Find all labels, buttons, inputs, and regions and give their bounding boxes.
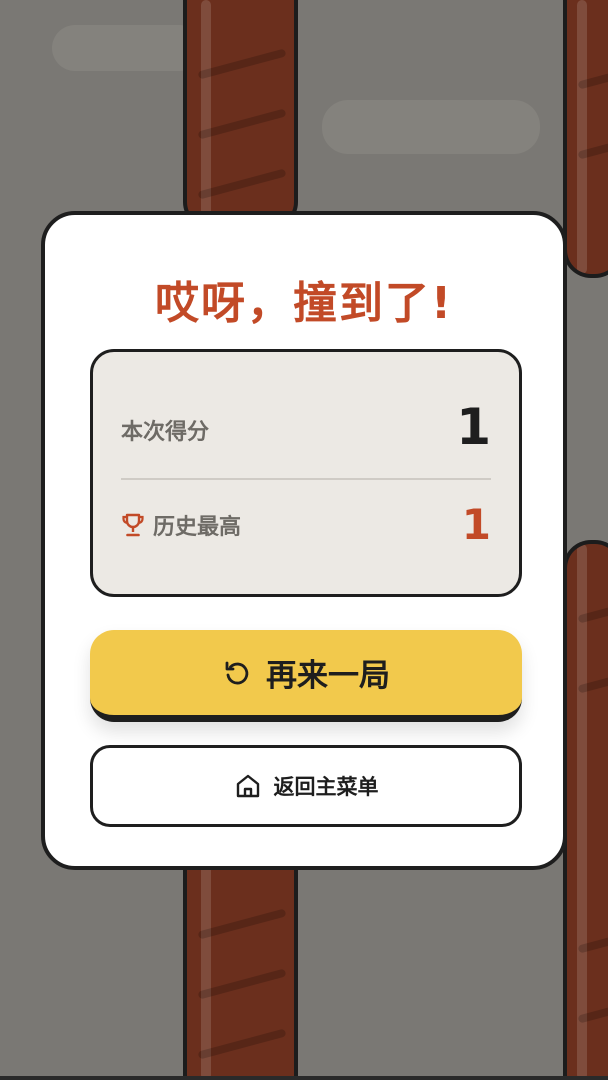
best-score-label: 历史最高	[121, 509, 241, 541]
background-cloud	[322, 100, 540, 154]
back-to-menu-label: 返回主菜单	[273, 775, 379, 799]
background-cloud	[52, 25, 202, 71]
retry-button[interactable]: 再来一局	[90, 630, 522, 722]
best-score-value: 1	[461, 500, 491, 549]
home-icon	[236, 774, 259, 798]
best-score-label-text: 历史最高	[153, 515, 242, 540]
current-score-label: 本次得分	[121, 414, 209, 446]
trophy-icon	[122, 513, 144, 537]
pipe-top-left	[183, 0, 298, 230]
back-to-menu-button[interactable]: 返回主菜单	[90, 745, 522, 827]
pipe-top-right	[563, 0, 608, 278]
retry-button-label: 再来一局	[266, 658, 390, 694]
score-divider	[121, 478, 491, 480]
game-over-dialog: 哎呀，撞到了! 本次得分 1 历史最高 1 再来一局 返回主菜单	[41, 211, 567, 870]
current-score-value: 1	[456, 398, 491, 456]
restart-icon	[225, 661, 249, 684]
pipe-bottom-right	[563, 540, 608, 1080]
score-panel: 本次得分 1 历史最高 1	[90, 349, 522, 597]
current-score-label-text: 本次得分	[121, 420, 210, 445]
pipe-bottom-left	[183, 850, 298, 1080]
game-over-title: 哎呀，撞到了!	[154, 278, 454, 329]
ground-line	[0, 1076, 608, 1080]
